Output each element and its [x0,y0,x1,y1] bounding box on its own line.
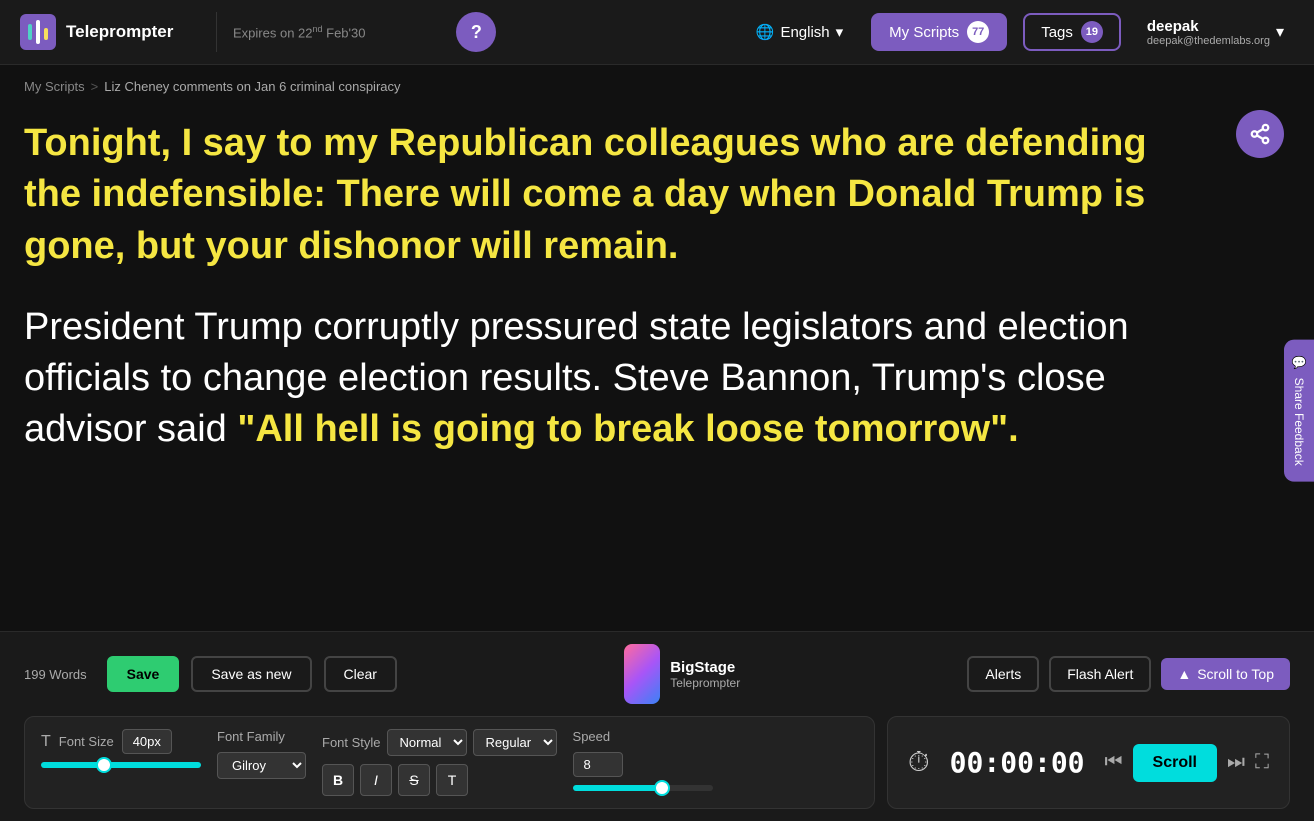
font-size-slider[interactable] [41,762,201,768]
scroll-to-top-label: Scroll to Top [1197,666,1274,682]
user-info: deepak deepak@thedemlabs.org [1147,18,1270,47]
bottom-top-row: 199 Words Save Save as new Clear BigStag… [24,644,1290,704]
timer-fullscreen-button[interactable]: ⛶ [1255,751,1269,774]
timer-controls: ⏮ Scroll ⏭ ⛶ [1105,744,1269,782]
tags-label: Tags [1041,24,1073,41]
save-button[interactable]: Save [107,656,180,692]
breadcrumb-current: Liz Cheney comments on Jan 6 criminal co… [104,79,400,94]
font-family-block: Font Family Gilroy Arial Georgia [217,729,306,779]
strikethrough-button[interactable]: S [398,764,430,796]
right-actions: Alerts Flash Alert ▲ Scroll to Top [967,656,1290,692]
font-size-thumb [96,757,112,773]
font-size-block: T Font Size 40px [41,729,201,768]
header: Teleprompter Expires on 22nd Feb'30 ? 🌐 … [0,0,1314,65]
share-icon [1249,123,1271,145]
tags-button[interactable]: Tags 19 [1023,13,1121,51]
flash-alert-button[interactable]: Flash Alert [1049,656,1151,692]
tags-badge: 19 [1081,21,1103,43]
font-family-label: Font Family [217,729,306,744]
logo-icon [20,14,56,50]
font-size-value: 40px [122,729,172,754]
header-divider [216,12,217,52]
user-name: deepak [1147,18,1270,35]
timer-forward-button[interactable]: ⏭ [1227,751,1245,774]
breadcrumb-separator: > [91,79,99,94]
lang-label: English [780,24,829,41]
font-style-buttons: B I S T [322,764,557,796]
bottom-bar: 199 Words Save Save as new Clear BigStag… [0,631,1314,821]
font-style-row: Font Style Normal Regular [322,729,557,756]
my-scripts-button[interactable]: My Scripts 77 [871,13,1007,51]
settings-inner: T Font Size 40px Font Family Gilroy Aria… [41,729,858,796]
chevron-down-icon: ▾ [1276,22,1284,42]
globe-icon: 🌐 [756,23,775,41]
share-button[interactable] [1236,110,1284,158]
feedback-sidebar[interactable]: 💬 Share Feedback [1284,339,1314,482]
my-scripts-badge: 77 [967,21,989,43]
user-email: deepak@thedemlabs.org [1147,35,1270,47]
timer-icon: ⏱ [908,746,930,779]
my-scripts-label: My Scripts [889,24,959,41]
font-size-label: Font Size [59,734,114,749]
font-style-block: Font Style Normal Regular B I S T [322,729,557,796]
speed-label: Speed [573,729,713,744]
timer-display: 00:00:00 [950,746,1085,779]
font-style-dropdown2[interactable]: Regular [473,729,557,756]
timer-back-button[interactable]: ⏮ [1105,751,1123,774]
breadcrumb: My Scripts > Liz Cheney comments on Jan … [0,65,1314,108]
bigstage-logo: BigStage Teleprompter [409,644,955,704]
timer-panel: ⏱ 00:00:00 ⏮ Scroll ⏭ ⛶ [887,716,1290,809]
settings-row: T Font Size 40px Font Family Gilroy Aria… [24,716,1290,809]
font-settings-panel: T Font Size 40px Font Family Gilroy Aria… [24,716,875,809]
font-size-icon: T [41,733,51,751]
scroll-to-top-button[interactable]: ▲ Scroll to Top [1161,658,1290,690]
font-family-select[interactable]: Gilroy Arial Georgia [217,752,306,779]
chevron-up-icon: ▲ [1177,666,1191,682]
italic-button[interactable]: I [360,764,392,796]
user-area[interactable]: deepak deepak@thedemlabs.org ▾ [1137,18,1294,47]
feedback-icon: 💬 [1292,355,1306,370]
font-size-top-row: T Font Size 40px [41,729,201,754]
script-highlighted: Tonight, I say to my Republican colleagu… [24,118,1196,272]
word-count: 199 Words [24,667,87,682]
font-style-dropdown1[interactable]: Normal [387,729,467,756]
bold-button[interactable]: B [322,764,354,796]
speed-block: Speed [573,729,713,791]
help-button[interactable]: ? [456,12,496,52]
bigstage-phone-icon [624,644,660,704]
bigstage-title: BigStage [670,659,740,676]
bigstage-sub: Teleprompter [670,676,740,690]
scroll-label-button[interactable]: Scroll [1133,744,1217,782]
clear-button[interactable]: Clear [324,656,397,692]
subscript-button[interactable]: T [436,764,468,796]
speed-slider[interactable] [573,785,713,791]
expires-text: Expires on 22nd Feb'30 [233,24,440,40]
chevron-down-icon: ▾ [836,23,844,41]
logo-text: Teleprompter [66,22,173,42]
feedback-label: Share Feedback [1292,378,1306,466]
script-body: President Trump corruptly pressured stat… [24,302,1196,456]
font-style-label: Font Style [322,735,381,750]
language-button[interactable]: 🌐 English ▾ [744,17,855,47]
alerts-button[interactable]: Alerts [967,656,1039,692]
speed-input[interactable] [573,752,623,777]
main-content: Tonight, I say to my Republican colleagu… [0,108,1220,476]
speed-input-row [573,752,713,777]
speed-thumb [654,780,670,796]
logo-area: Teleprompter [20,14,200,50]
breadcrumb-root[interactable]: My Scripts [24,79,85,94]
save-as-new-button[interactable]: Save as new [191,656,311,692]
bigstage-text-area: BigStage Teleprompter [670,659,740,690]
